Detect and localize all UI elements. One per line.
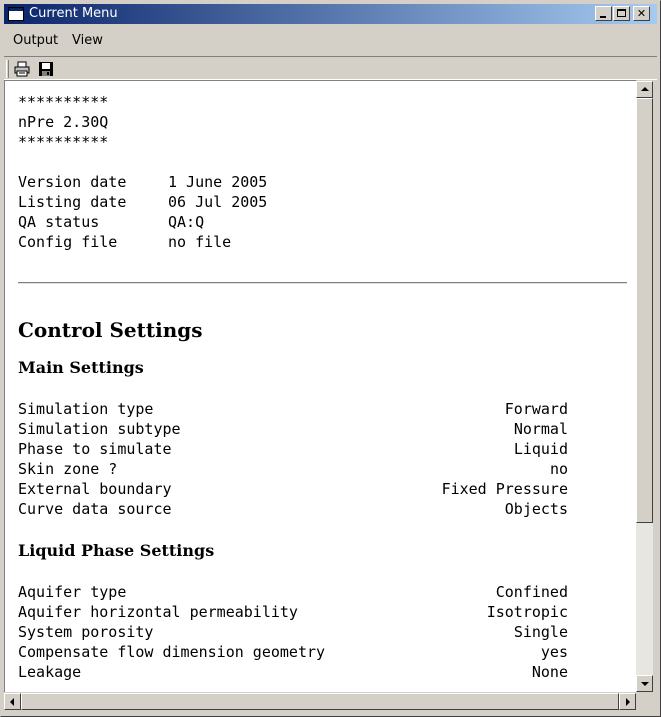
info-value: no file xyxy=(168,233,232,251)
setting-row: Compensate flow dimension geometry yes xyxy=(18,642,568,662)
toolbar-grip[interactable] xyxy=(6,60,9,78)
liquid-settings-table: Aquifer type Confined Aquifer horizontal… xyxy=(18,582,628,682)
subsection-heading: Liquid Phase Settings xyxy=(18,541,215,560)
maximize-icon xyxy=(617,9,626,17)
setting-key: Phase to simulate xyxy=(18,440,172,458)
floppy-disk-icon xyxy=(39,62,53,76)
scroll-down-button[interactable] xyxy=(636,675,653,692)
minimize-icon xyxy=(600,16,606,18)
setting-row: Aquifer type Confined xyxy=(18,582,568,602)
setting-key: Skin zone ? xyxy=(18,460,118,478)
section-heading: Control Settings xyxy=(18,318,203,342)
scroll-left-button[interactable] xyxy=(4,693,21,710)
application-window: Current Menu ✕ Output View ********** nP… xyxy=(0,0,661,717)
info-key: Version date xyxy=(18,173,127,191)
setting-value: Confined xyxy=(495,583,568,601)
setting-value: Objects xyxy=(504,500,568,518)
info-row: QA status QA:Q xyxy=(18,212,568,232)
info-key: QA status xyxy=(18,213,100,231)
close-icon: ✕ xyxy=(636,7,647,20)
setting-value: yes xyxy=(540,643,568,661)
setting-value: Single xyxy=(513,623,568,641)
setting-row: Simulation type Forward xyxy=(18,399,568,419)
setting-key: Aquifer type xyxy=(18,583,127,601)
menu-output[interactable]: Output xyxy=(13,33,58,48)
info-value: 06 Jul 2005 xyxy=(168,193,268,211)
info-row: Config file no file xyxy=(18,232,568,252)
setting-row: Leakage None xyxy=(18,662,568,682)
setting-row: Skin zone ? no xyxy=(18,459,568,479)
print-button[interactable] xyxy=(11,59,33,79)
minimize-button[interactable] xyxy=(595,6,612,21)
scrollbar-corner xyxy=(636,693,653,710)
info-value: 1 June 2005 xyxy=(168,173,268,191)
info-row: Listing date 06 Jul 2005 xyxy=(18,192,568,212)
setting-value: Isotropic xyxy=(486,603,568,621)
arrow-up-icon xyxy=(641,87,649,91)
setting-row: Aquifer horizontal permeability Isotropi… xyxy=(18,602,568,622)
arrow-left-icon xyxy=(10,698,14,706)
subsection-heading: Main Settings xyxy=(18,358,144,377)
scroll-right-button[interactable] xyxy=(619,693,636,710)
horizontal-divider xyxy=(18,282,627,284)
report-view[interactable]: ********** nPre 2.30Q ********** Version… xyxy=(4,80,636,692)
window-icon[interactable] xyxy=(8,7,24,21)
setting-value: Liquid xyxy=(513,440,568,458)
setting-value: no xyxy=(549,460,568,478)
printer-icon xyxy=(14,61,30,77)
info-value: QA:Q xyxy=(168,213,205,231)
setting-key: Aquifer horizontal permeability xyxy=(18,603,298,621)
close-button[interactable]: ✕ xyxy=(633,6,650,21)
main-settings-table: Simulation type Forward Simulation subty… xyxy=(18,399,628,519)
program-name: nPre 2.30Q xyxy=(18,113,109,131)
arrow-right-icon xyxy=(626,698,630,706)
setting-key: Curve data source xyxy=(18,500,172,518)
vertical-scroll-thumb[interactable] xyxy=(636,98,653,523)
info-key: Listing date xyxy=(18,193,127,211)
setting-row: External boundary Fixed Pressure xyxy=(18,479,568,499)
setting-value: Normal xyxy=(513,420,568,438)
setting-row: System porosity Single xyxy=(18,622,568,642)
save-button[interactable] xyxy=(35,59,57,79)
arrow-down-icon xyxy=(641,682,649,686)
setting-key: Simulation subtype xyxy=(18,420,181,438)
info-row: Version date 1 June 2005 xyxy=(18,172,568,192)
setting-row: Simulation subtype Normal xyxy=(18,419,568,439)
setting-key: External boundary xyxy=(18,480,172,498)
menu-bar: Output View xyxy=(4,27,657,53)
window-title: Current Menu xyxy=(29,6,118,21)
scroll-up-button[interactable] xyxy=(636,81,653,98)
stars-line: ********** xyxy=(18,93,109,111)
vertical-scrollbar[interactable] xyxy=(636,81,653,692)
info-block: Version date 1 June 2005 Listing date 06… xyxy=(18,172,628,252)
setting-key: System porosity xyxy=(18,623,154,641)
setting-key: Leakage xyxy=(18,663,82,681)
setting-key: Compensate flow dimension geometry xyxy=(18,643,326,661)
horizontal-scroll-thumb[interactable] xyxy=(21,693,619,710)
info-key: Config file xyxy=(18,233,118,251)
maximize-button[interactable] xyxy=(613,6,630,21)
setting-key: Simulation type xyxy=(18,400,154,418)
stars-line: ********** xyxy=(18,133,109,151)
setting-value: Fixed Pressure xyxy=(441,480,568,498)
toolbar xyxy=(4,56,657,80)
title-bar[interactable]: Current Menu ✕ xyxy=(4,4,657,24)
setting-value: None xyxy=(531,663,568,681)
setting-value: Forward xyxy=(504,400,568,418)
setting-row: Phase to simulate Liquid xyxy=(18,439,568,459)
setting-row: Curve data source Objects xyxy=(18,499,568,519)
horizontal-scrollbar[interactable] xyxy=(4,693,636,710)
menu-view[interactable]: View xyxy=(72,33,103,48)
